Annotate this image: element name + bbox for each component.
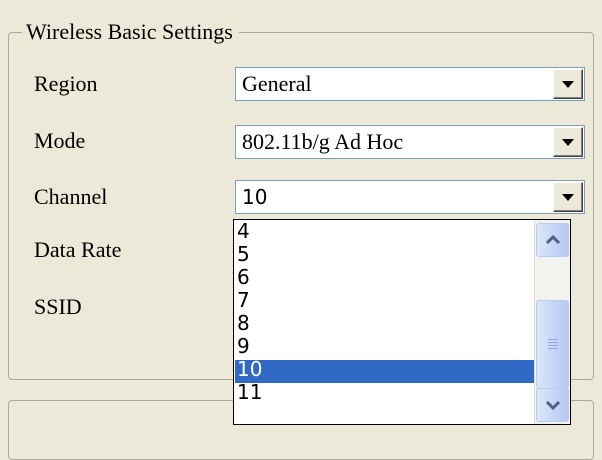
ssid-label: SSID [34,294,82,319]
channel-option-selected[interactable]: 10 [235,359,535,383]
channel-dropdown-button[interactable] [553,182,583,212]
grip-icon [548,339,558,349]
mode-dropdown-button[interactable] [553,127,583,157]
scroll-down-button[interactable] [536,388,569,422]
channel-option[interactable]: 5 [235,244,535,268]
region-select-value: General [242,71,312,96]
chevron-up-icon [545,234,561,245]
scroll-thumb[interactable] [536,300,569,389]
region-label: Region [34,71,98,96]
channel-list-scrollbar[interactable] [534,220,570,424]
scroll-up-button[interactable] [536,223,569,257]
mode-label: Mode [34,128,86,153]
channel-option[interactable]: 4 [235,221,535,245]
channel-option[interactable]: 6 [235,267,535,291]
chevron-down-icon [562,139,574,146]
channel-option[interactable]: 11 [235,382,535,406]
channel-dropdown-list[interactable]: 4 5 6 7 8 9 10 11 [233,219,571,425]
chevron-down-icon [545,400,561,411]
channel-label: Channel [34,184,108,209]
data-rate-label: Data Rate [34,237,122,262]
chevron-down-icon [562,81,574,88]
channel-option[interactable]: 9 [235,336,535,360]
channel-select[interactable]: 10 [235,180,585,214]
mode-select-value: 802.11b/g Ad Hoc [242,129,404,154]
mode-select[interactable]: 802.11b/g Ad Hoc [235,125,585,159]
region-select[interactable]: General [235,67,585,101]
channel-option[interactable]: 8 [235,313,535,337]
channel-option[interactable]: 7 [235,290,535,314]
chevron-down-icon [562,194,574,201]
region-dropdown-button[interactable] [553,69,583,99]
channel-select-value: 10 [242,185,268,209]
group-title: Wireless Basic Settings [22,18,239,46]
